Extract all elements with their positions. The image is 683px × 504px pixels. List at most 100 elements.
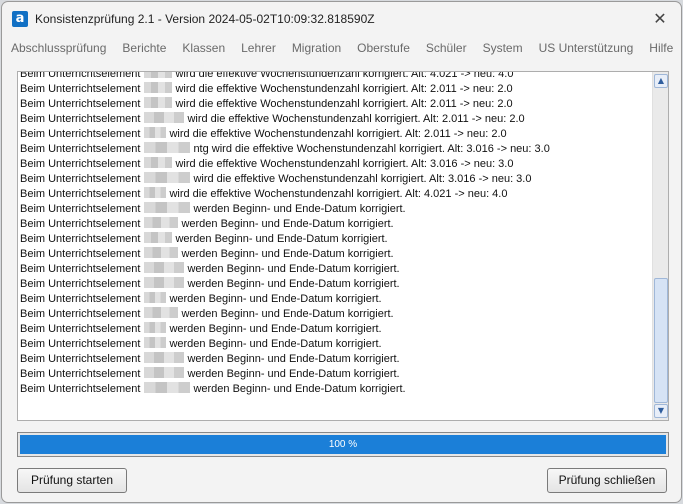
menu-hilfe[interactable]: Hilfe bbox=[649, 41, 673, 55]
log-line: Beim Unterrichtselement wird die effektiv… bbox=[20, 157, 650, 172]
log-line-message: werden Beginn- und Ende-Datum korrigiert… bbox=[181, 218, 394, 230]
start-check-button[interactable]: Prüfung starten bbox=[17, 468, 127, 493]
redacted-element-name bbox=[144, 322, 167, 333]
scroll-thumb[interactable] bbox=[654, 278, 668, 403]
menu-system[interactable]: System bbox=[483, 41, 523, 55]
log-line: Beim Unterrichtselement werden Beginn- un… bbox=[20, 247, 650, 262]
redacted-element-name bbox=[144, 172, 191, 183]
log-line: Beim Unterrichtselement ntg wird die effe… bbox=[20, 142, 650, 157]
log-output[interactable]: Beim Unterrichtselement wird die effektiv… bbox=[17, 71, 669, 421]
log-line-message: werden Beginn- und Ende-Datum korrigiert… bbox=[187, 368, 400, 380]
redacted-element-name bbox=[144, 72, 173, 78]
log-line-prefix: Beim Unterrichtselement bbox=[20, 338, 141, 350]
log-line-message: werden Beginn- und Ende-Datum korrigiert… bbox=[169, 338, 382, 350]
log-line: Beim Unterrichtselement werden Beginn- un… bbox=[20, 232, 650, 247]
log-line: Beim Unterrichtselement werden Beginn- un… bbox=[20, 262, 650, 277]
redacted-element-name bbox=[144, 367, 185, 378]
log-line: Beim Unterrichtselement wird die effektiv… bbox=[20, 82, 650, 97]
log-line-prefix: Beim Unterrichtselement bbox=[20, 128, 141, 140]
redacted-element-name bbox=[144, 157, 173, 168]
log-line: Beim Unterrichtselement werden Beginn- un… bbox=[20, 367, 650, 382]
redacted-element-name bbox=[144, 352, 185, 363]
redacted-element-name bbox=[144, 202, 191, 213]
close-icon[interactable]: ✕ bbox=[647, 8, 673, 30]
log-line-prefix: Beim Unterrichtselement bbox=[20, 203, 141, 215]
title-bar: a Konsistenzprüfung 2.1 - Version 2024-0… bbox=[2, 2, 681, 36]
progress-label: 100 % bbox=[328, 439, 358, 450]
log-line-prefix: Beim Unterrichtselement bbox=[20, 368, 141, 380]
consistency-check-window: a Konsistenzprüfung 2.1 - Version 2024-0… bbox=[1, 1, 682, 503]
progress-bar: 100 % bbox=[17, 432, 669, 457]
log-line-prefix: Beim Unterrichtselement bbox=[20, 248, 141, 260]
log-line-prefix: Beim Unterrichtselement bbox=[20, 188, 141, 200]
menu-migration[interactable]: Migration bbox=[292, 41, 341, 55]
log-line-message: wird die effektive Wochenstundenzahl kor… bbox=[193, 173, 532, 185]
menu-us-unterstuetzung[interactable]: US Unterstützung bbox=[539, 41, 634, 55]
log-line: Beim Unterrichtselement werden Beginn- un… bbox=[20, 352, 650, 367]
log-line-message: wird die effektive Wochenstundenzahl kor… bbox=[175, 158, 514, 170]
menu-schueler[interactable]: Schüler bbox=[426, 41, 467, 55]
menu-klassen[interactable]: Klassen bbox=[182, 41, 225, 55]
log-line-prefix: Beim Unterrichtselement bbox=[20, 143, 141, 155]
redacted-element-name bbox=[144, 277, 185, 288]
scroll-down-icon[interactable]: ▼ bbox=[654, 404, 668, 418]
redacted-element-name bbox=[144, 232, 173, 243]
log-line-message: werden Beginn- und Ende-Datum korrigiert… bbox=[181, 248, 394, 260]
log-line: Beim Unterrichtselement werden Beginn- un… bbox=[20, 277, 650, 292]
menu-abschlusspruefung[interactable]: Abschlussprüfung bbox=[11, 41, 106, 55]
log-line: Beim Unterrichtselement wird die effektiv… bbox=[20, 187, 650, 202]
log-line-prefix: Beim Unterrichtselement bbox=[20, 353, 141, 365]
close-check-button[interactable]: Prüfung schließen bbox=[547, 468, 667, 493]
redacted-element-name bbox=[144, 82, 173, 93]
log-line: Beim Unterrichtselement werden Beginn- un… bbox=[20, 337, 650, 352]
log-line: Beim Unterrichtselement wird die effektiv… bbox=[20, 112, 650, 127]
log-line: Beim Unterrichtselement werden Beginn- un… bbox=[20, 322, 650, 337]
log-line-prefix: Beim Unterrichtselement bbox=[20, 218, 141, 230]
log-line-prefix: Beim Unterrichtselement bbox=[20, 113, 141, 125]
log-line-prefix: Beim Unterrichtselement bbox=[20, 308, 141, 320]
log-line-message: wird die effektive Wochenstundenzahl kor… bbox=[169, 188, 508, 200]
redacted-element-name bbox=[144, 307, 179, 318]
redacted-element-name bbox=[144, 262, 185, 273]
log-line-prefix: Beim Unterrichtselement bbox=[20, 293, 141, 305]
log-line-message: wird die effektive Wochenstundenzahl kor… bbox=[169, 128, 507, 140]
menu-lehrer[interactable]: Lehrer bbox=[241, 41, 276, 55]
log-line-prefix: Beim Unterrichtselement bbox=[20, 173, 141, 185]
log-line: Beim Unterrichtselement wird die effektiv… bbox=[20, 97, 650, 112]
log-line: Beim Unterrichtselement werden Beginn- un… bbox=[20, 217, 650, 232]
redacted-element-name bbox=[144, 112, 185, 123]
log-line-message: werden Beginn- und Ende-Datum korrigiert… bbox=[181, 308, 394, 320]
menu-oberstufe[interactable]: Oberstufe bbox=[357, 41, 410, 55]
log-line-message: wird die effektive Wochenstundenzahl kor… bbox=[175, 71, 514, 80]
log-line-prefix: Beim Unterrichtselement bbox=[20, 98, 141, 110]
redacted-element-name bbox=[144, 217, 179, 228]
window-title: Konsistenzprüfung 2.1 - Version 2024-05-… bbox=[35, 12, 375, 26]
redacted-element-name bbox=[144, 382, 191, 393]
log-line: Beim Unterrichtselement wird die effektiv… bbox=[20, 127, 650, 142]
log-line-message: werden Beginn- und Ende-Datum korrigiert… bbox=[187, 278, 400, 290]
log-line-prefix: Beim Unterrichtselement bbox=[20, 263, 141, 275]
log-line-message: wird die effektive Wochenstundenzahl kor… bbox=[175, 83, 513, 95]
log-line-message: ntg wird die effektive Wochenstundenzahl… bbox=[193, 143, 550, 155]
scroll-up-icon[interactable]: ▲ bbox=[654, 74, 668, 88]
log-line-prefix: Beim Unterrichtselement bbox=[20, 158, 141, 170]
redacted-element-name bbox=[144, 97, 173, 108]
log-line-prefix: Beim Unterrichtselement bbox=[20, 71, 141, 80]
log-line: Beim Unterrichtselement werden Beginn- un… bbox=[20, 307, 650, 322]
log-line: Beim Unterrichtselement werden Beginn- un… bbox=[20, 292, 650, 307]
vertical-scrollbar[interactable]: ▲ ▼ bbox=[652, 72, 668, 420]
log-line-prefix: Beim Unterrichtselement bbox=[20, 83, 141, 95]
redacted-element-name bbox=[144, 127, 167, 138]
log-line-message: werden Beginn- und Ende-Datum korrigiert… bbox=[187, 353, 400, 365]
app-icon: a bbox=[12, 11, 28, 27]
log-line-message: werden Beginn- und Ende-Datum korrigiert… bbox=[169, 323, 382, 335]
log-line: Beim Unterrichtselement werden Beginn- un… bbox=[20, 202, 650, 217]
log-line-prefix: Beim Unterrichtselement bbox=[20, 323, 141, 335]
log-line-prefix: Beim Unterrichtselement bbox=[20, 233, 141, 245]
menu-berichte[interactable]: Berichte bbox=[122, 41, 166, 55]
log-line-message: werden Beginn- und Ende-Datum korrigiert… bbox=[187, 263, 400, 275]
log-line-message: werden Beginn- und Ende-Datum korrigiert… bbox=[175, 233, 388, 245]
log-line: Beim Unterrichtselement werden Beginn- un… bbox=[20, 382, 650, 397]
log-line: Beim Unterrichtselement wird die effektiv… bbox=[20, 172, 650, 187]
log-line-message: wird die effektive Wochenstundenzahl kor… bbox=[187, 113, 525, 125]
